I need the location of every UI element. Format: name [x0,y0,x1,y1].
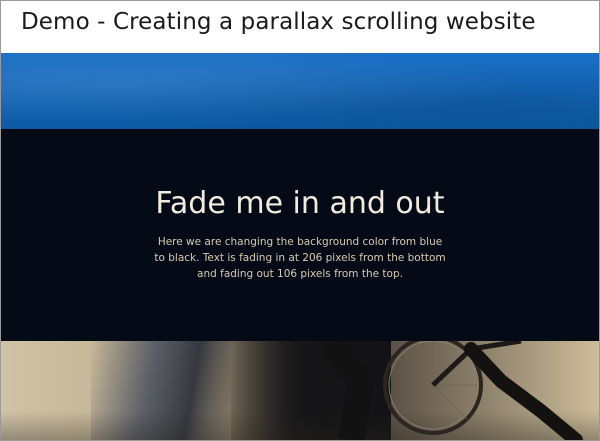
bicycle-graphic [320,341,583,440]
fade-description: Here we are changing the background colo… [154,236,446,280]
blue-parallax-band [1,53,599,129]
page-header: Demo - Creating a parallax scrolling web… [1,1,599,53]
motion-blur-photo [1,341,599,440]
rider-body [320,341,375,440]
fade-section: Fade me in and out Here we are changing … [1,129,599,341]
page-title: Demo - Creating a parallax scrolling web… [21,9,536,35]
rider-leg [464,342,583,440]
fade-heading: Fade me in and out [155,186,445,221]
browser-viewport: Demo - Creating a parallax scrolling web… [0,0,600,441]
